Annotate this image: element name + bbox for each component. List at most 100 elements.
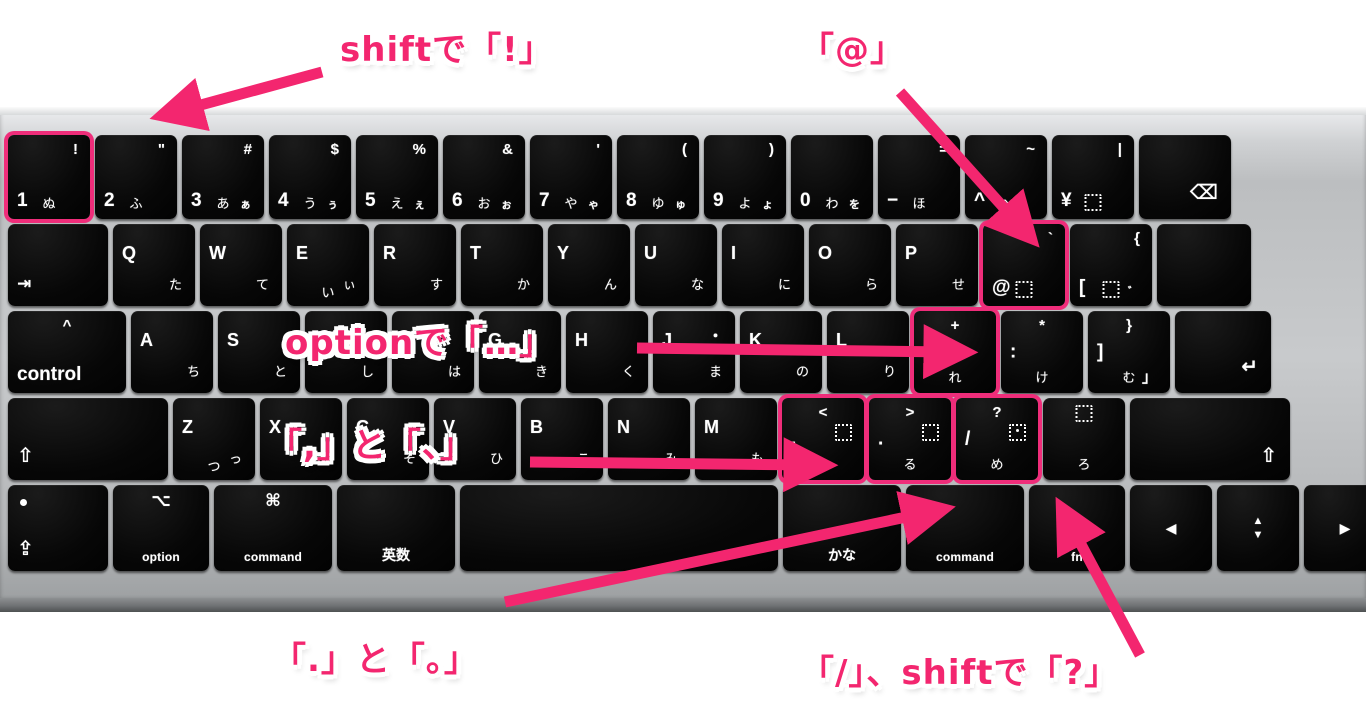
key-command-left[interactable]: command ⌘ — [214, 485, 332, 571]
input-source-box-icon — [1015, 281, 1033, 298]
key-period-box-glyph — [922, 424, 939, 441]
key-7[interactable]: ' 7 ゃや — [530, 135, 612, 219]
key-arrow-updown[interactable]: ▲ ▼ — [1217, 485, 1299, 571]
key-command-right[interactable]: command — [906, 485, 1024, 571]
arrow-to-key-1 — [149, 66, 324, 132]
key-return-top[interactable] — [1157, 224, 1251, 306]
input-source-box-icon — [835, 424, 852, 441]
key-y[interactable]: Yん — [548, 224, 630, 306]
key-4[interactable]: $4 ぅう — [269, 135, 351, 219]
key-yen-shift-glyph: | — [1117, 141, 1122, 158]
key-bracket-right[interactable]: む}] 」 — [1088, 311, 1170, 393]
key-2-kana-glyph: ふ — [129, 197, 143, 212]
key-0[interactable]: 0 をわ — [791, 135, 873, 219]
key-semicolon[interactable]: れ +; — [914, 311, 996, 393]
key-k[interactable]: Kの — [740, 311, 822, 393]
key-5[interactable]: % 5 ぇえ — [356, 135, 438, 219]
key-arrow-left[interactable]: ◀ — [1130, 485, 1212, 571]
key-minus[interactable]: = − ほ — [878, 135, 960, 219]
key-l-letter: L — [836, 330, 847, 350]
key-6[interactable]: & 6 ぉお — [443, 135, 525, 219]
key-t[interactable]: Tか — [461, 224, 543, 306]
key-comma[interactable]: ね <, — [782, 398, 864, 480]
key-8-kana-glyph: ゆ — [651, 197, 665, 212]
key-8[interactable]: (8 ゅゆ — [617, 135, 699, 219]
key-kana-kana-glyph: かな — [828, 548, 856, 564]
key-shift-left[interactable]: ⇧ — [8, 398, 168, 480]
key-m-letter: M — [704, 417, 719, 437]
shift-left-icon: ⇧ — [17, 445, 34, 467]
key-slash[interactable]: め? / — [956, 398, 1038, 480]
key-arrow-right[interactable]: ▶ — [1304, 485, 1366, 571]
key-minus-shift-glyph: = — [939, 141, 948, 158]
key-r[interactable]: Rす — [374, 224, 456, 306]
key-2[interactable]: " 2 ふ — [95, 135, 177, 219]
key-e[interactable]: E ぃい — [287, 224, 369, 306]
key-8-shift-glyph: ( — [682, 141, 687, 158]
key-command-left-upper-glyph: ⌘ — [265, 491, 281, 510]
key-yen[interactable]: | ¥ — [1052, 135, 1134, 219]
key-p[interactable]: Pせ — [896, 224, 978, 306]
key-5-primary-glyph: 5 — [365, 190, 376, 211]
key-space[interactable] — [460, 485, 778, 571]
arrow-updown-icon: ▲ ▼ — [1252, 515, 1264, 541]
key-i[interactable]: Iに — [722, 224, 804, 306]
key-colon[interactable]: け *: — [1001, 311, 1083, 393]
key-bracket-left[interactable]: {[゛ — [1070, 224, 1152, 306]
key-2-shift-glyph: " — [157, 141, 165, 158]
key-at[interactable]: ` @ — [983, 224, 1065, 306]
input-source-box-icon — [1102, 281, 1120, 298]
key-period[interactable]: る >. — [869, 398, 951, 480]
key-j[interactable]: J ま ・ — [653, 311, 735, 393]
key-tab[interactable]: ⇥ — [8, 224, 108, 306]
key-yen-box-glyph — [1084, 194, 1102, 211]
key-return[interactable]: ↵ — [1175, 311, 1271, 393]
key-9[interactable]: ) 9 ょよ — [704, 135, 786, 219]
key-1[interactable]: ! 1 ぬ — [8, 135, 90, 219]
key-b[interactable]: Bこ — [521, 398, 603, 480]
annotation-slash-question: 「/」、shiftで「?」 — [800, 653, 1120, 693]
key-control-primary-glyph: control — [17, 364, 82, 385]
key-fn[interactable]: fn — [1029, 485, 1125, 571]
key-option-left[interactable]: option ⌥ — [113, 485, 209, 571]
key-n[interactable]: Nみ — [608, 398, 690, 480]
key-control[interactable]: control ^ — [8, 311, 126, 393]
key-u[interactable]: Uな — [635, 224, 717, 306]
key-minus-primary-glyph: − — [887, 190, 899, 211]
key-caret-primary-glyph: ^ — [974, 190, 986, 211]
key-caret[interactable]: ~ ^ へ — [965, 135, 1047, 219]
key-3-shift-glyph: # — [243, 141, 252, 158]
key-h[interactable]: Hく — [566, 311, 648, 393]
key-w[interactable]: Wて — [200, 224, 282, 306]
key-q[interactable]: Qた — [113, 224, 195, 306]
key-m[interactable]: Mも — [695, 398, 777, 480]
key-9-primary-glyph: 9 — [713, 190, 724, 211]
key-4-primary-glyph: 4 — [278, 190, 289, 211]
key-0-kana-small: を — [849, 199, 860, 211]
annotation-period-maru: 「.」と「。」 — [272, 640, 479, 680]
arrow-right-icon: ▶ — [1339, 520, 1351, 536]
key-period-primary-glyph: . — [878, 428, 884, 450]
key-shift-right[interactable]: ⇧ — [1130, 398, 1290, 480]
key-3[interactable]: #3 ぁあ — [182, 135, 264, 219]
key-z[interactable]: Z っつ — [173, 398, 255, 480]
key-o[interactable]: Oら — [809, 224, 891, 306]
key-z-letter: Z — [182, 417, 193, 437]
key-eisu[interactable]: 英数 — [337, 485, 455, 571]
input-source-box-icon — [1084, 194, 1102, 211]
key-s-letter: S — [227, 330, 240, 350]
key-k-kana-glyph: の — [795, 365, 809, 380]
key-n-letter: N — [617, 417, 630, 437]
key-a[interactable]: Aち — [131, 311, 213, 393]
key-l[interactable]: Lり — [827, 311, 909, 393]
input-source-box-icon — [1009, 424, 1026, 441]
key-8-kana-small: ゅ — [675, 199, 686, 211]
key-o-kana-glyph: ら — [864, 278, 878, 293]
key-eisu-kana-glyph: 英数 — [382, 548, 410, 564]
key-b-letter: B — [530, 417, 543, 437]
key-kana[interactable]: かな — [783, 485, 901, 571]
key-capslock[interactable]: ⇪ — [8, 485, 108, 571]
key-0-kana-glyph: わ — [825, 197, 839, 212]
key-delete[interactable]: ⌫ — [1139, 135, 1231, 219]
key-ro[interactable]: ろ — [1043, 398, 1125, 480]
